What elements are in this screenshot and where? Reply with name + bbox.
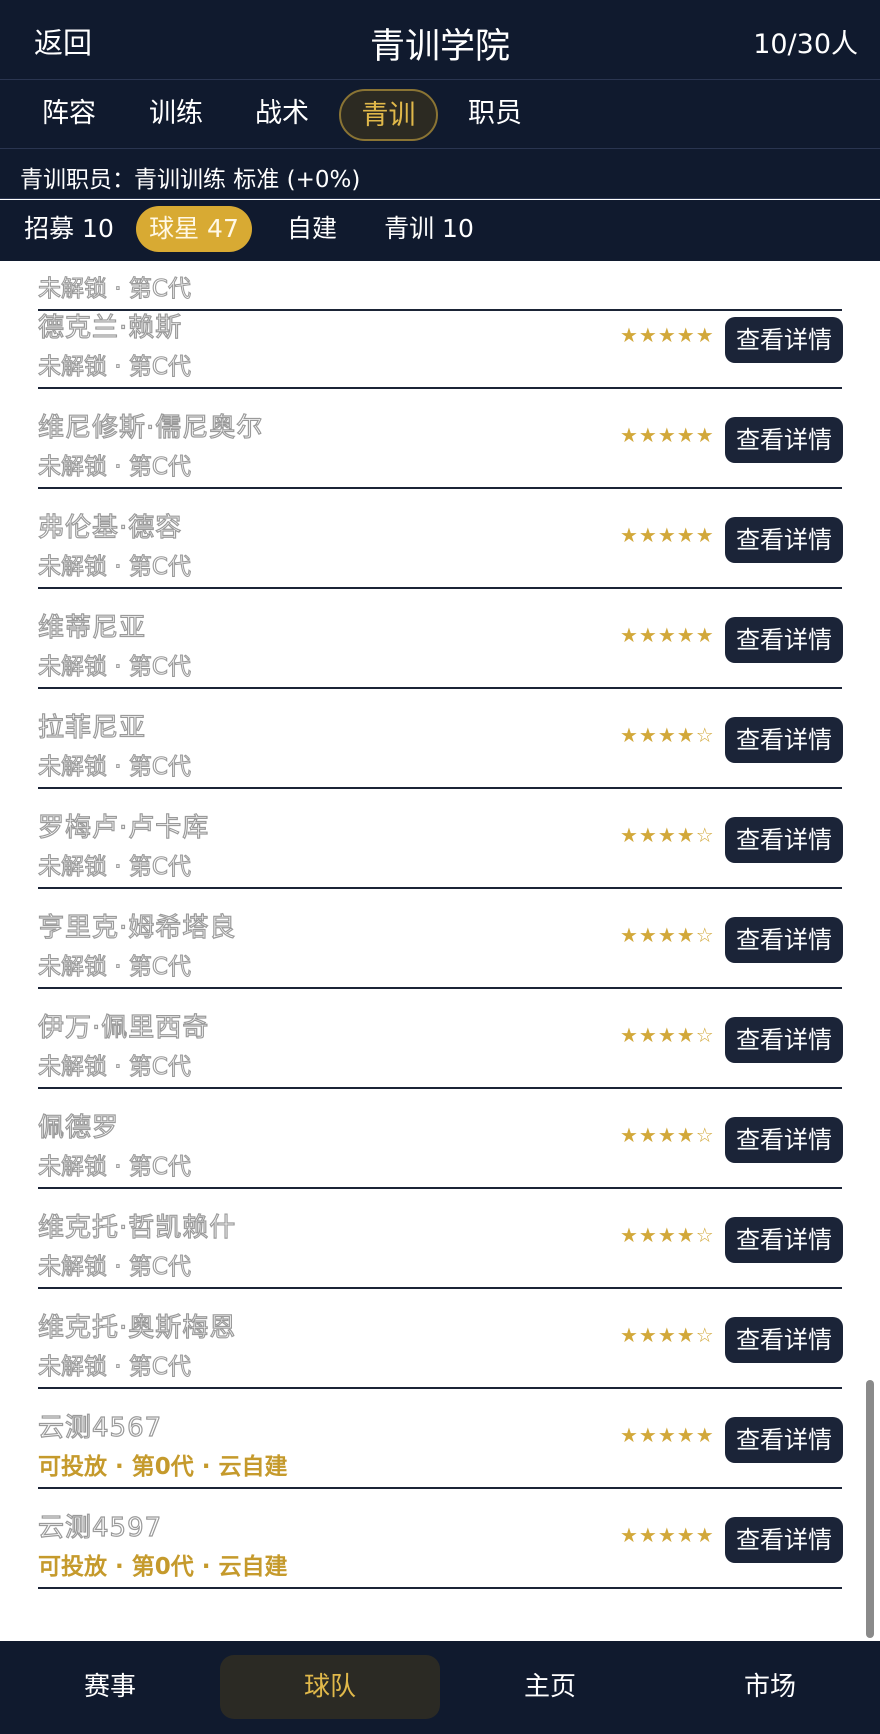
list-item: 拉菲尼亚未解锁 · 第C代 ★★★★☆ 查看详情: [37, 689, 843, 789]
list-item: 维尼修斯·儒尼奥尔未解锁 · 第C代 ★★★★★ 查看详情: [37, 389, 843, 489]
youth-staff-line: 青训职员： 青训训练 标准 (+0%): [0, 149, 880, 199]
player-status: 未解锁 · 第C代: [37, 1153, 191, 1180]
player-name: 维蒂尼亚: [37, 612, 147, 643]
subtab-academy[interactable]: 青训 10: [378, 206, 480, 252]
nav-home[interactable]: 主页: [440, 1655, 660, 1719]
tab-staff[interactable]: 职员: [456, 89, 534, 141]
bottom-nav: 赛事 球队 主页 市场: [0, 1641, 880, 1734]
star-rating-icon: ★★★★☆: [620, 1323, 715, 1347]
top-bar: 返回 青训学院 10/30人: [0, 0, 880, 80]
player-name: 佩德罗: [37, 1112, 120, 1143]
list-item: 佩德罗未解锁 · 第C代 ★★★★☆ 查看详情: [37, 1089, 843, 1189]
star-rating-icon: ★★★★☆: [620, 1223, 715, 1247]
view-detail-button[interactable]: 查看详情: [725, 1517, 843, 1563]
player-status: 可投放 · 第0代 · 云自建: [38, 1554, 288, 1580]
player-status: 未解锁 · 第C代: [37, 1253, 191, 1280]
view-detail-button[interactable]: 查看详情: [725, 1417, 843, 1463]
player-name: 伊万·佩里西奇: [37, 1012, 210, 1043]
list-item: 维克托·哲凯赖什未解锁 · 第C代 ★★★★☆ 查看详情: [37, 1189, 843, 1289]
star-rating-icon: ★★★★★: [620, 623, 715, 647]
player-name: 维克托·奥斯梅恩: [37, 1312, 237, 1343]
view-detail-button[interactable]: 查看详情: [725, 417, 843, 463]
player-name: 维克托·哲凯赖什: [37, 1212, 237, 1243]
view-detail-button[interactable]: 查看详情: [725, 717, 843, 763]
tab-youth[interactable]: 青训: [339, 89, 438, 141]
nav-market[interactable]: 市场: [660, 1655, 880, 1719]
subtab-custom[interactable]: 自建: [276, 206, 348, 252]
list-item: 维蒂尼亚未解锁 · 第C代 ★★★★★ 查看详情: [37, 589, 843, 689]
tab-training[interactable]: 训练: [137, 89, 215, 141]
player-name: 拉菲尼亚: [37, 712, 147, 743]
player-list: 未解锁 · 第C代 德克兰·赖斯 未解锁 · 第C代 ★★★★★ 查看详情 维尼修斯·儒…: [0, 261, 880, 1641]
view-detail-button[interactable]: 查看详情: [725, 1017, 843, 1063]
player-name: 亨里克·姆希塔良: [37, 912, 237, 943]
player-status: 未解锁 · 第C代: [37, 653, 191, 680]
subtab-recruit[interactable]: 招募 10: [18, 206, 120, 252]
subtab-stars[interactable]: 球星 47: [136, 206, 252, 252]
view-detail-button[interactable]: 查看详情: [725, 617, 843, 663]
player-name: 云测4597: [37, 1512, 163, 1543]
star-rating-icon: ★★★★★: [620, 1523, 715, 1547]
squad-count: 10/30人: [753, 29, 858, 60]
star-rating-icon: ★★★★☆: [620, 723, 715, 747]
star-rating-icon: ★★★★☆: [620, 823, 715, 847]
player-name: 弗伦基·德容: [37, 512, 183, 543]
player-name: 罗梅卢·卢卡库: [37, 812, 210, 843]
list-item: 罗梅卢·卢卡库未解锁 · 第C代 ★★★★☆ 查看详情: [37, 789, 843, 889]
star-rating-icon: ★★★★☆: [620, 923, 715, 947]
list-item: 云测4567 可投放 · 第0代 · 云自建 ★★★★★ 查看详情: [37, 1389, 843, 1489]
scrollbar[interactable]: [866, 1380, 874, 1638]
player-status: 未解锁 · 第C代: [37, 553, 191, 580]
player-status: 未解锁 · 第C代: [37, 1053, 191, 1080]
star-rating-icon: ★★★★★: [620, 523, 715, 547]
list-item: 伊万·佩里西奇未解锁 · 第C代 ★★★★☆ 查看详情: [37, 989, 843, 1089]
list-item: 弗伦基·德容未解锁 · 第C代 ★★★★★ 查看详情: [37, 489, 843, 589]
player-status: 未解锁 · 第C代: [37, 753, 191, 780]
view-detail-button[interactable]: 查看详情: [725, 517, 843, 563]
staff-label: 青训职员：: [20, 167, 135, 193]
list-item: 云测4597 可投放 · 第0代 · 云自建 ★★★★★ 查看详情: [37, 1489, 843, 1589]
view-detail-button[interactable]: 查看详情: [725, 1317, 843, 1363]
tab-tactics[interactable]: 战术: [243, 89, 321, 141]
player-name: 德克兰·赖斯: [37, 312, 183, 343]
nav-team[interactable]: 球队: [220, 1655, 440, 1719]
star-rating-icon: ★★★★☆: [620, 1123, 715, 1147]
sub-tabs: 招募 10 球星 47 自建 青训 10: [0, 200, 880, 261]
player-name: 云测4567: [37, 1412, 163, 1443]
staff-value: 青训训练 标准 (+0%): [134, 167, 361, 193]
list-item: 亨里克·姆希塔良未解锁 · 第C代 ★★★★☆ 查看详情: [37, 889, 843, 989]
star-rating-icon: ★★★★★: [620, 423, 715, 447]
tab-lineup[interactable]: 阵容: [30, 89, 108, 141]
nav-matches[interactable]: 赛事: [0, 1655, 220, 1719]
list-item: 维克托·奥斯梅恩未解锁 · 第C代 ★★★★☆ 查看详情: [37, 1289, 843, 1389]
list-item: 德克兰·赖斯未解锁 · 第C代 ★★★★★ 查看详情: [37, 289, 843, 389]
star-rating-icon: ★★★★★: [620, 323, 715, 347]
player-status: 未解锁 · 第C代: [37, 953, 191, 980]
player-status: 未解锁 · 第C代: [37, 1353, 191, 1380]
view-detail-button[interactable]: 查看详情: [725, 317, 843, 363]
player-status: 未解锁 · 第C代: [37, 853, 191, 880]
star-rating-icon: ★★★★☆: [620, 1023, 715, 1047]
page-title: 青训学院: [369, 27, 510, 67]
view-detail-button[interactable]: 查看详情: [725, 917, 843, 963]
main-tabs: 阵容 训练 战术 青训 职员: [0, 80, 880, 149]
view-detail-button[interactable]: 查看详情: [725, 1217, 843, 1263]
player-status: 未解锁 · 第C代: [37, 453, 191, 480]
player-name: 维尼修斯·儒尼奥尔: [37, 412, 264, 443]
star-rating-icon: ★★★★★: [620, 1423, 715, 1447]
player-status: 未解锁 · 第C代: [37, 353, 191, 380]
view-detail-button[interactable]: 查看详情: [725, 1117, 843, 1163]
view-detail-button[interactable]: 查看详情: [725, 817, 843, 863]
player-status: 可投放 · 第0代 · 云自建: [38, 1454, 288, 1480]
